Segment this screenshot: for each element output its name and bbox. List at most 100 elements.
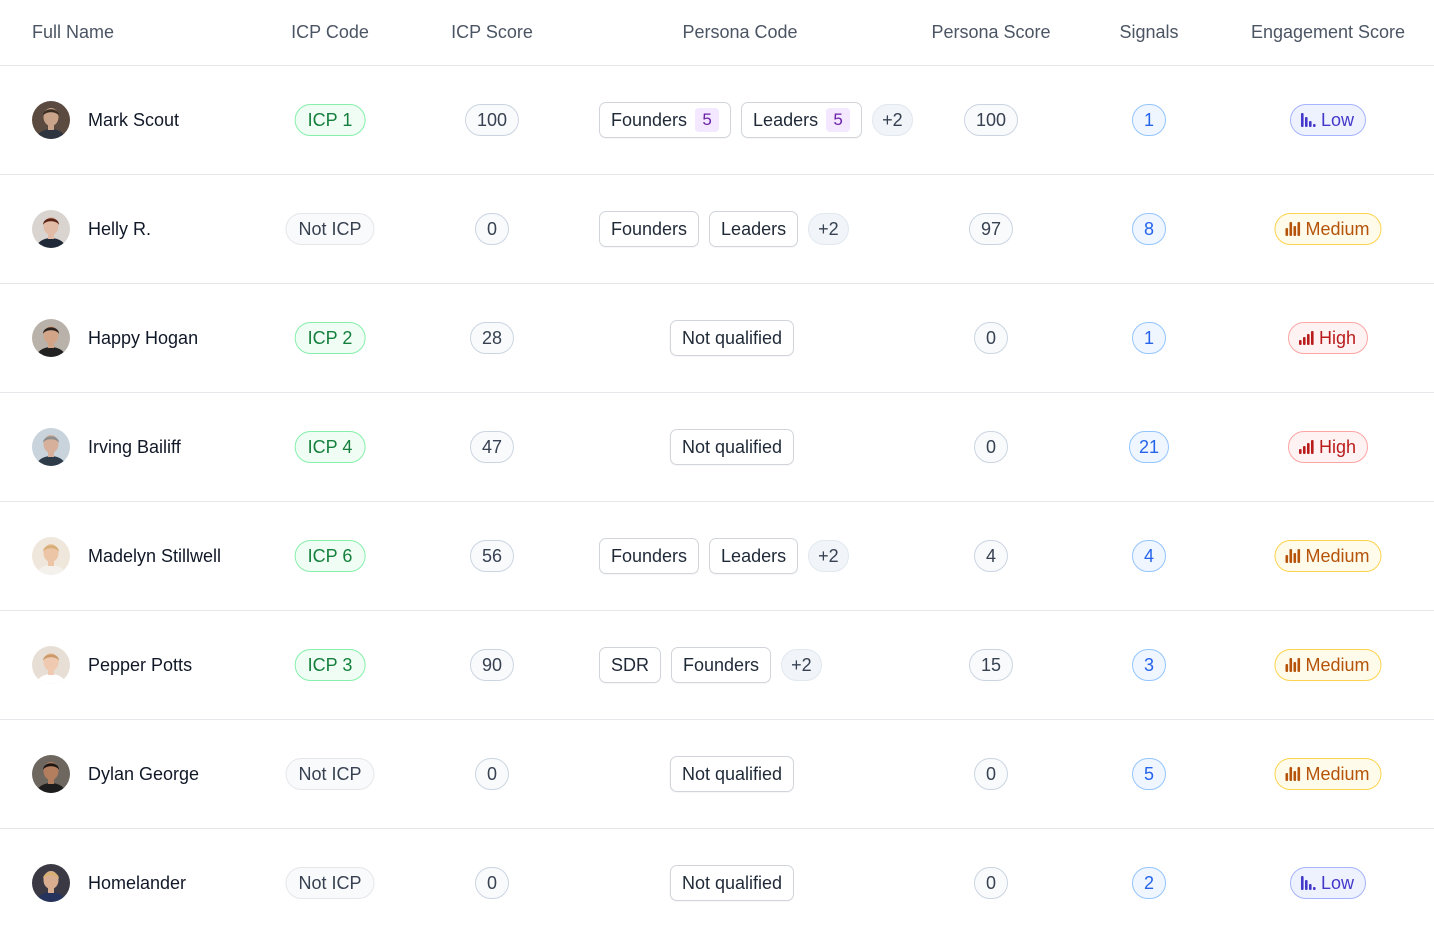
persona-tags: Founders Leaders +2 (599, 211, 849, 247)
persona-score-cell: 0 (973, 284, 1009, 392)
engagement-badge: Medium (1274, 540, 1382, 572)
icp-score-cell: 0 (474, 175, 510, 283)
persona-score-cell: 0 (973, 720, 1009, 828)
icp-code-cell: ICP 3 (294, 611, 366, 719)
icp-code-badge: ICP 1 (294, 104, 366, 136)
signals-badge[interactable]: 8 (1132, 213, 1166, 245)
column-header-signals[interactable]: Signals (1119, 0, 1178, 66)
persona-code-cell: Founders 5 Leaders 5 +2 (599, 66, 913, 174)
contact-name[interactable]: Madelyn Stillwell (88, 546, 221, 567)
column-header-engagement-score[interactable]: Engagement Score (1251, 0, 1405, 66)
engagement-badge: Medium (1274, 213, 1382, 245)
icp-score-badge: 0 (474, 758, 510, 790)
avatar (32, 755, 70, 793)
signals-cell: 5 (1132, 720, 1166, 828)
table-row[interactable]: Irving Bailiff ICP 4 47 Not qualified 0 21 Hig… (0, 393, 1434, 502)
icp-score-badge: 0 (474, 867, 510, 899)
more-personas-badge[interactable]: +2 (872, 104, 913, 136)
more-personas-badge[interactable]: +2 (808, 213, 849, 245)
persona-tag[interactable]: Founders (599, 538, 700, 574)
engagement-badge: Low (1289, 867, 1367, 899)
persona-tag[interactable]: Founders (671, 647, 772, 683)
icp-score-badge: 0 (474, 213, 510, 245)
full-name-cell: Mark Scout (32, 66, 179, 174)
table-row[interactable]: Homelander Not ICP 0 Not qualified 0 2 Low (0, 829, 1434, 928)
persona-code-cell: SDR Founders +2 (599, 611, 822, 719)
persona-tag[interactable]: SDR (599, 647, 662, 683)
signals-badge[interactable]: 21 (1128, 431, 1170, 463)
signals-cell: 2 (1132, 829, 1166, 928)
persona-tag[interactable]: Founders (599, 211, 700, 247)
icp-score-cell: 56 (469, 502, 515, 610)
contact-name[interactable]: Homelander (88, 873, 186, 894)
persona-tag-label: Leaders (721, 218, 787, 239)
persona-tag[interactable]: Not qualified (669, 756, 795, 792)
persona-tag[interactable]: Not qualified (669, 865, 795, 901)
engagement-label: Medium (1305, 763, 1370, 784)
icp-code-badge: ICP 6 (294, 540, 366, 572)
table-row[interactable]: Mark Scout ICP 1 100 Founders 5 Leaders 5 +2 100… (0, 66, 1434, 175)
signals-badge[interactable]: 1 (1132, 322, 1166, 354)
persona-score-badge: 0 (973, 322, 1009, 354)
persona-tag[interactable]: Founders 5 (599, 102, 732, 138)
persona-tags: Founders 5 Leaders 5 +2 (599, 102, 913, 138)
icp-score-badge: 90 (469, 649, 515, 681)
persona-score-cell: 0 (973, 393, 1009, 501)
column-header-icp-score[interactable]: ICP Score (451, 0, 533, 66)
engagement-score-cell: High (1287, 393, 1369, 501)
persona-tag[interactable]: Leaders 5 (741, 102, 863, 138)
engagement-badge: High (1287, 322, 1369, 354)
contact-name[interactable]: Irving Bailiff (88, 437, 181, 458)
icp-score-badge: 28 (469, 322, 515, 354)
icp-score-badge: 47 (469, 431, 515, 463)
engagement-score-cell: Medium (1274, 720, 1382, 828)
more-personas-badge[interactable]: +2 (781, 649, 822, 681)
contact-name[interactable]: Mark Scout (88, 110, 179, 131)
table-row[interactable]: Happy Hogan ICP 2 28 Not qualified 0 1 High (0, 284, 1434, 393)
table-row[interactable]: Pepper Potts ICP 3 90 SDR Founders +2 15 3 Mediu… (0, 611, 1434, 720)
column-header-persona-score[interactable]: Persona Score (931, 0, 1050, 66)
full-name-cell: Homelander (32, 829, 186, 928)
persona-tag-label: Founders (611, 218, 688, 239)
persona-tag[interactable]: Leaders (709, 211, 799, 247)
persona-tag[interactable]: Leaders (709, 538, 799, 574)
contact-name[interactable]: Happy Hogan (88, 328, 198, 349)
signals-badge[interactable]: 2 (1132, 867, 1166, 899)
persona-code-cell: Not qualified (669, 393, 795, 501)
engagement-badge: Medium (1274, 758, 1382, 790)
full-name-cell: Irving Bailiff (32, 393, 181, 501)
contact-name[interactable]: Helly R. (88, 219, 151, 240)
table-header: Full Name ICP Code ICP Score Persona Cod… (0, 0, 1434, 66)
icp-score-cell: 0 (474, 720, 510, 828)
signals-badge[interactable]: 4 (1132, 540, 1166, 572)
icp-code-cell: ICP 4 (294, 393, 366, 501)
table-row[interactable]: Madelyn Stillwell ICP 6 56 Founders Leaders +… (0, 502, 1434, 611)
avatar (32, 210, 70, 248)
table-row[interactable]: Helly R. Not ICP 0 Founders Leaders +2 97 8 Medi… (0, 175, 1434, 284)
full-name-cell: Happy Hogan (32, 284, 198, 392)
signal-bars-icon (1284, 765, 1305, 783)
engagement-label: High (1318, 327, 1357, 348)
contact-name[interactable]: Dylan George (88, 764, 199, 785)
column-header-icp-code[interactable]: ICP Code (291, 0, 369, 66)
persona-score-badge: 100 (963, 104, 1019, 136)
persona-tag[interactable]: Not qualified (669, 320, 795, 356)
engagement-badge: High (1287, 431, 1369, 463)
signals-badge[interactable]: 5 (1132, 758, 1166, 790)
contact-name[interactable]: Pepper Potts (88, 655, 192, 676)
full-name-cell: Pepper Potts (32, 611, 192, 719)
column-header-persona-code[interactable]: Persona Code (682, 0, 797, 66)
icp-code-cell: Not ICP (285, 175, 375, 283)
more-personas-badge[interactable]: +2 (808, 540, 849, 572)
engagement-label: Low (1320, 109, 1355, 130)
persona-tag[interactable]: Not qualified (669, 429, 795, 465)
table-row[interactable]: Dylan George Not ICP 0 Not qualified 0 5 Mediu… (0, 720, 1434, 829)
icp-score-cell: 90 (469, 611, 515, 719)
column-header-full-name[interactable]: Full Name (32, 0, 114, 66)
persona-score-badge: 4 (973, 540, 1009, 572)
signals-badge[interactable]: 3 (1132, 649, 1166, 681)
signal-bars-icon (1284, 220, 1305, 238)
persona-score-cell: 4 (973, 502, 1009, 610)
avatar (32, 537, 70, 575)
signals-badge[interactable]: 1 (1132, 104, 1166, 136)
